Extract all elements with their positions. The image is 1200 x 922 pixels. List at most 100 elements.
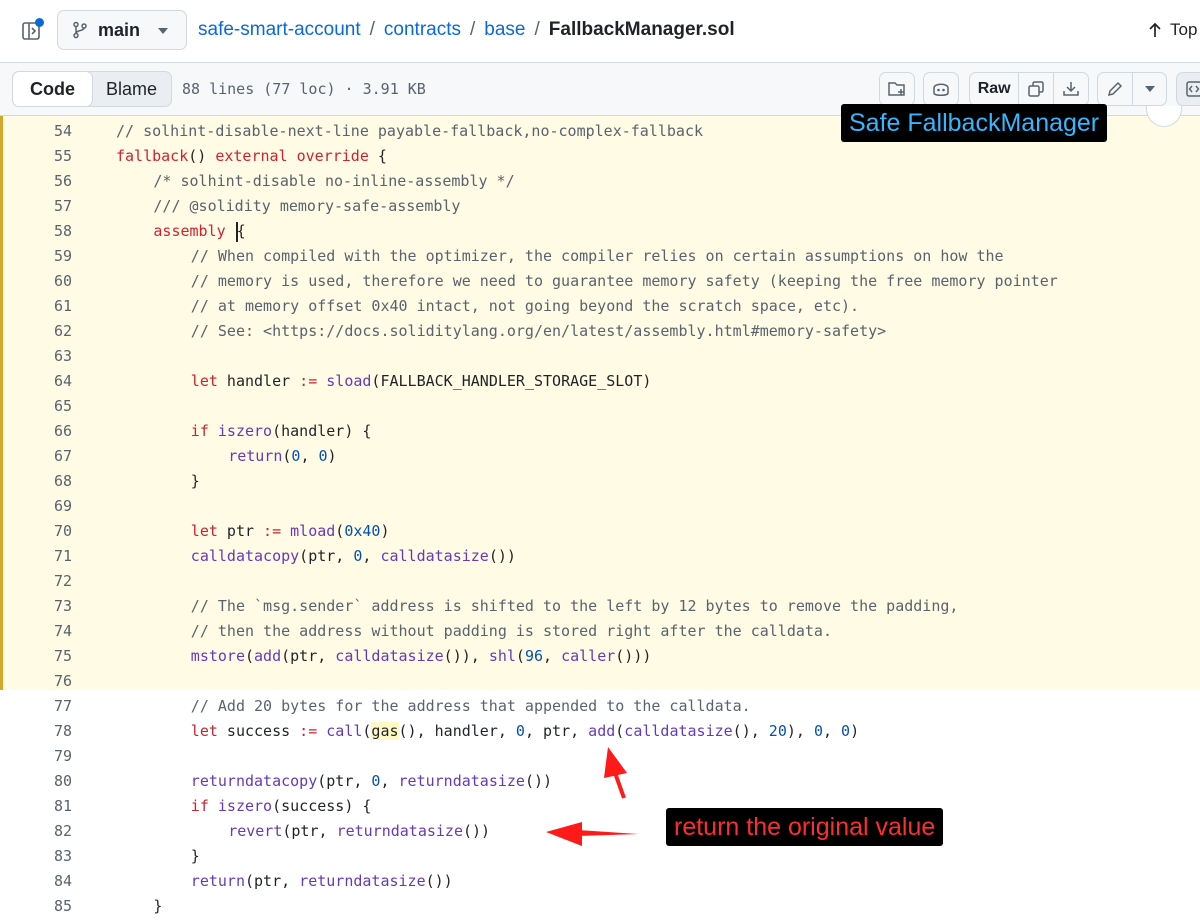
line-number[interactable]: 84 (0, 869, 72, 894)
branch-selector-button[interactable]: main (57, 10, 187, 50)
copilot-button[interactable] (923, 72, 959, 106)
line-number[interactable]: 74 (0, 619, 72, 644)
raw-button[interactable]: Raw (970, 73, 1020, 105)
line-number[interactable]: 79 (0, 744, 72, 769)
line-number[interactable]: 54 (0, 119, 72, 144)
code-line: 80 returndatacopy(ptr, 0, returndatasize(… (0, 769, 1200, 794)
line-number[interactable]: 59 (0, 244, 72, 269)
line-number[interactable]: 69 (0, 494, 72, 519)
token-num: 96 (524, 647, 544, 665)
token-num: 0 (813, 722, 823, 740)
token-plain: ( (244, 647, 255, 665)
line-number[interactable]: 55 (0, 144, 72, 169)
line-number[interactable]: 76 (0, 669, 72, 694)
code-text: } (153, 894, 162, 919)
add-to-copilot-button[interactable] (879, 72, 915, 106)
line-number[interactable]: 64 (0, 369, 72, 394)
sidebar-toggle-button[interactable] (14, 14, 48, 48)
token-plain: ) (850, 722, 860, 740)
token-keyword: override (296, 147, 369, 165)
token-plain: ( (335, 522, 345, 540)
token-plain: , (362, 547, 381, 565)
token-comment: /// @solidity memory-safe-assembly (153, 197, 461, 215)
line-number[interactable]: 71 (0, 544, 72, 569)
line-number[interactable]: 70 (0, 519, 72, 544)
copilot-icon (933, 83, 949, 96)
code-line: 64 let handler := sload(FALLBACK_HANDLER_… (0, 369, 1200, 394)
edit-button[interactable] (1098, 73, 1134, 105)
line-number[interactable]: 75 (0, 644, 72, 669)
token-func: iszero (217, 797, 273, 815)
line-number[interactable]: 56 (0, 169, 72, 194)
raw-actions-group: Raw (969, 72, 1089, 106)
line-number[interactable]: 68 (0, 469, 72, 494)
breadcrumb-contracts-link[interactable]: contracts (384, 19, 461, 40)
line-number[interactable]: 67 (0, 444, 72, 469)
code-line: 66 if iszero(handler) { (0, 419, 1200, 444)
line-number[interactable]: 81 (0, 794, 72, 819)
code-text: if iszero(success) { (191, 794, 372, 819)
tab-code[interactable]: Code (12, 71, 93, 107)
token-func: revert (228, 822, 283, 840)
edit-options-button[interactable] (1133, 73, 1166, 105)
line-number[interactable]: 83 (0, 844, 72, 869)
code-line: 81 if iszero(success) { (0, 794, 1200, 819)
line-number[interactable]: 58 (0, 219, 72, 244)
token-func: return (190, 872, 245, 890)
line-number[interactable]: 82 (0, 819, 72, 844)
code-line: 56 /* solhint-disable no-inline-assembly … (0, 169, 1200, 194)
breadcrumb-separator: / (470, 19, 476, 40)
notification-dot (35, 18, 44, 27)
top-button[interactable]: Top (1148, 20, 1197, 40)
code-line: 68} (0, 469, 1200, 494)
tab-blame[interactable]: Blame (92, 72, 171, 106)
line-number[interactable]: 80 (0, 769, 72, 794)
download-button[interactable] (1054, 73, 1088, 105)
token-func: mload (290, 522, 336, 540)
line-number[interactable]: 65 (0, 394, 72, 419)
token-plain: (success) { (272, 797, 372, 815)
symbols-panel-button[interactable] (1176, 72, 1200, 106)
token-func: returndatacopy (190, 772, 318, 790)
token-plain: ) (380, 522, 390, 540)
breadcrumb-repo-link[interactable]: safe-smart-account (198, 19, 361, 40)
code-text: return(0, 0) (228, 444, 336, 469)
code-line: 79 (0, 744, 1200, 769)
line-number[interactable]: 62 (0, 319, 72, 344)
code-text: let ptr := mload(0x40) (191, 519, 390, 544)
code-text: assembly { (153, 219, 246, 244)
copy-raw-button[interactable] (1019, 73, 1055, 105)
code-line: 57 /// @solidity memory-safe-assembly (0, 194, 1200, 219)
code-text: revert(ptr, returndatasize()) (228, 819, 490, 844)
breadcrumb-base-link[interactable]: base (484, 19, 525, 40)
line-number[interactable]: 85 (0, 894, 72, 919)
code-line: 58 assembly { (0, 219, 1200, 244)
token-plain: (ptr, (282, 822, 337, 840)
code-text: // solhint-disable-next-line payable-fal… (116, 119, 703, 144)
code-line: 78 let success := call (gas(), handler, 0,… (0, 719, 1200, 744)
token-keyword: assembly (153, 222, 226, 240)
token-op: := (299, 372, 318, 390)
line-number[interactable]: 73 (0, 594, 72, 619)
token-func: calldatasize (380, 547, 489, 565)
top-label: Top (1170, 20, 1198, 39)
code-viewer: 54 // solhint-disable-next-line payable-f… (0, 116, 1200, 922)
copy-icon (1028, 81, 1044, 97)
token-comment: // When compiled with the optimizer, the… (190, 247, 1004, 265)
line-number[interactable]: 72 (0, 569, 72, 594)
line-number[interactable]: 57 (0, 194, 72, 219)
code-line: 65 (0, 394, 1200, 419)
code-line: 71 calldatacopy(ptr, 0, calldatasize()) (0, 544, 1200, 569)
token-plain: ()) (524, 772, 553, 790)
code-text: // memory is used, therefore we need to … (191, 269, 1058, 294)
code-line: 62 // See: <https://docs.soliditylang.org… (0, 319, 1200, 344)
code-line: 77 // Add 20 bytes for the address that a… (0, 694, 1200, 719)
line-number[interactable]: 60 (0, 269, 72, 294)
line-number[interactable]: 63 (0, 344, 72, 369)
line-number[interactable]: 66 (0, 419, 72, 444)
code-text: // The `msg.sender` address is shifted t… (191, 594, 959, 619)
line-number[interactable]: 77 (0, 694, 72, 719)
line-number[interactable]: 78 (0, 719, 72, 744)
token-func: calldatasize (335, 647, 444, 665)
line-number[interactable]: 61 (0, 294, 72, 319)
